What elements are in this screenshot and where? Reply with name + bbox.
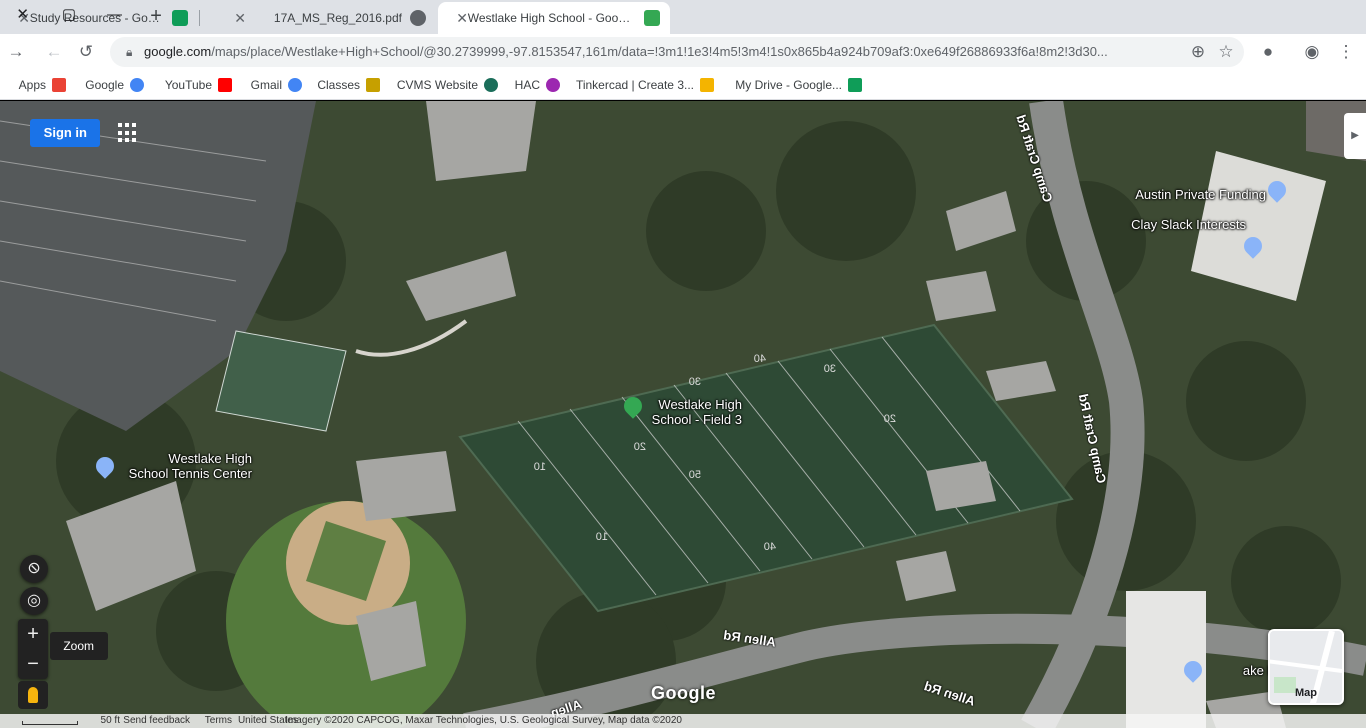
bookmark-gmail[interactable]: Gmail — [251, 76, 302, 94]
globe-icon — [410, 10, 426, 26]
imagery-attribution: Imagery ©2020 CAPCOG, Maxar Technologies… — [285, 715, 682, 726]
maximize-window-button[interactable]: ▢ — [46, 0, 92, 30]
youtube-icon — [218, 78, 232, 92]
tab-title: 17A_MS_Reg_2016.pdf — [273, 11, 402, 25]
yard-number: 30 — [823, 363, 836, 375]
url-text[interactable]: google.com/maps/place/Westlake+High+Scho… — [144, 44, 1184, 59]
new-tab-button[interactable]: + — [144, 5, 168, 29]
place-label-austin-private-funding[interactable]: Austin Private Funding — [1135, 187, 1266, 202]
google-icon — [130, 78, 144, 92]
zoom-tooltip: Zoom — [50, 632, 108, 660]
location-pin-icon — [1264, 177, 1290, 203]
country-label[interactable]: United States — [238, 715, 298, 726]
place-pin-field-3[interactable] — [620, 393, 646, 419]
close-window-button[interactable]: ✕ — [0, 0, 46, 30]
yard-number: 20 — [633, 441, 646, 453]
yard-number: 10 — [533, 461, 546, 473]
place-label-clay-slack[interactable]: Clay Slack Interests — [1131, 217, 1246, 232]
tab-strip: Study Resources - Google Sheets ✕ 17A_MS… — [0, 0, 1366, 34]
street-view-pegman-icon[interactable] — [18, 681, 48, 709]
bookmark-classes[interactable]: Classes — [317, 76, 380, 94]
bookmark-cvms[interactable]: CVMS Website — [397, 76, 498, 94]
hac-icon — [546, 78, 560, 92]
minimize-window-button[interactable]: — — [92, 0, 138, 30]
apps-grid-icon — [52, 78, 66, 92]
yard-number: 40 — [753, 353, 766, 365]
tab-pdf[interactable]: 17A_MS_Reg_2016.pdf ✕ — [216, 2, 436, 34]
place-pin-tennis-center[interactable] — [92, 453, 118, 479]
reload-button[interactable]: ↻ — [72, 38, 100, 66]
drive-icon — [848, 78, 862, 92]
my-location-icon[interactable]: ◎ — [20, 587, 48, 615]
collapse-side-panel-button[interactable]: ◀ — [1344, 113, 1366, 159]
tinkercad-icon — [700, 78, 714, 92]
yard-number: 20 — [883, 413, 896, 425]
zoom-in-button[interactable]: + — [18, 619, 48, 649]
zoom-controls: + − — [18, 619, 48, 679]
scale-bar — [22, 721, 78, 725]
yard-number: 50 — [688, 469, 701, 481]
menu-icon[interactable]: ⋮ — [1332, 38, 1360, 66]
cvms-icon — [484, 78, 498, 92]
address-bar[interactable]: 🔒︎ google.com/maps/place/Westlake+High+S… — [110, 37, 1244, 67]
add-icon[interactable]: ⊕ — [1186, 38, 1210, 66]
browser-window: Study Resources - Google Sheets ✕ 17A_MS… — [0, 0, 1366, 728]
bookmark-my-drive[interactable]: My Drive - Google... — [735, 76, 862, 94]
bookmark-tinkercad[interactable]: Tinkercad | Create 3... — [576, 76, 714, 94]
satellite-map[interactable]: 10 20 30 40 50 40 30 20 10 Westlake High… — [0, 101, 1366, 728]
terms-link[interactable]: Terms — [205, 715, 232, 726]
google-apps-icon[interactable] — [116, 123, 136, 143]
location-pin-icon — [620, 393, 646, 419]
place-label-field-3[interactable]: Westlake High School - Field 3 — [648, 397, 742, 427]
yard-number: 10 — [595, 531, 608, 543]
send-feedback-link[interactable]: Send feedback — [123, 715, 190, 726]
map-layer-toggle[interactable]: Map — [1268, 629, 1344, 705]
place-pin-clay-slack[interactable] — [1240, 233, 1266, 259]
close-tab-icon[interactable]: ✕ — [448, 10, 468, 27]
star-icon[interactable]: ☆ — [1214, 38, 1238, 66]
google-logo: Google — [651, 683, 716, 703]
zoom-out-button[interactable]: − — [18, 649, 48, 679]
compass-icon[interactable]: ⊘ — [20, 555, 48, 583]
close-tab-icon[interactable]: ✕ — [226, 10, 246, 27]
forward-button[interactable]: → — [40, 38, 68, 66]
sign-in-button[interactable]: Sign in — [30, 119, 100, 147]
tab-title: Westlake High School - Google M — [467, 11, 636, 25]
tab-google-maps[interactable]: Westlake High School - Google M ✕ — [438, 2, 670, 34]
map-footer: Imagery ©2020 CAPCOG, Maxar Technologies… — [0, 714, 1366, 728]
bookmarks-bar: Apps Google YouTube Gmail Classes CVMS W… — [0, 70, 1366, 100]
bookmark-youtube[interactable]: YouTube — [165, 76, 232, 94]
classroom-icon — [366, 78, 380, 92]
location-pin-icon — [1240, 233, 1266, 259]
lock-icon: 🔒︎ — [126, 45, 133, 59]
gmail-icon — [288, 78, 302, 92]
sheets-icon — [172, 10, 188, 26]
place-pin-austin-private-funding[interactable] — [1264, 177, 1290, 203]
yard-number: 40 — [763, 541, 776, 553]
scale-label[interactable]: 50 ft — [101, 715, 120, 726]
bookmark-apps[interactable]: Apps — [19, 76, 66, 94]
place-label-tennis-center[interactable]: Westlake High School Tennis Center — [118, 451, 252, 481]
place-pin-lake-place[interactable] — [1180, 657, 1206, 683]
maps-icon — [644, 10, 660, 26]
extension-icon[interactable]: ● — [1254, 38, 1282, 66]
school-icon — [92, 453, 118, 479]
location-pin-icon — [1180, 657, 1206, 683]
back-button[interactable]: ← — [2, 38, 30, 66]
bookmark-hac[interactable]: HAC — [515, 76, 560, 94]
yard-number: 30 — [688, 376, 701, 388]
profile-icon[interactable]: ◉ — [1298, 38, 1326, 66]
bookmark-google[interactable]: Google — [85, 76, 144, 94]
browser-toolbar: ← → ↻ 🔒︎ google.com/maps/place/Westlake+… — [0, 34, 1366, 70]
